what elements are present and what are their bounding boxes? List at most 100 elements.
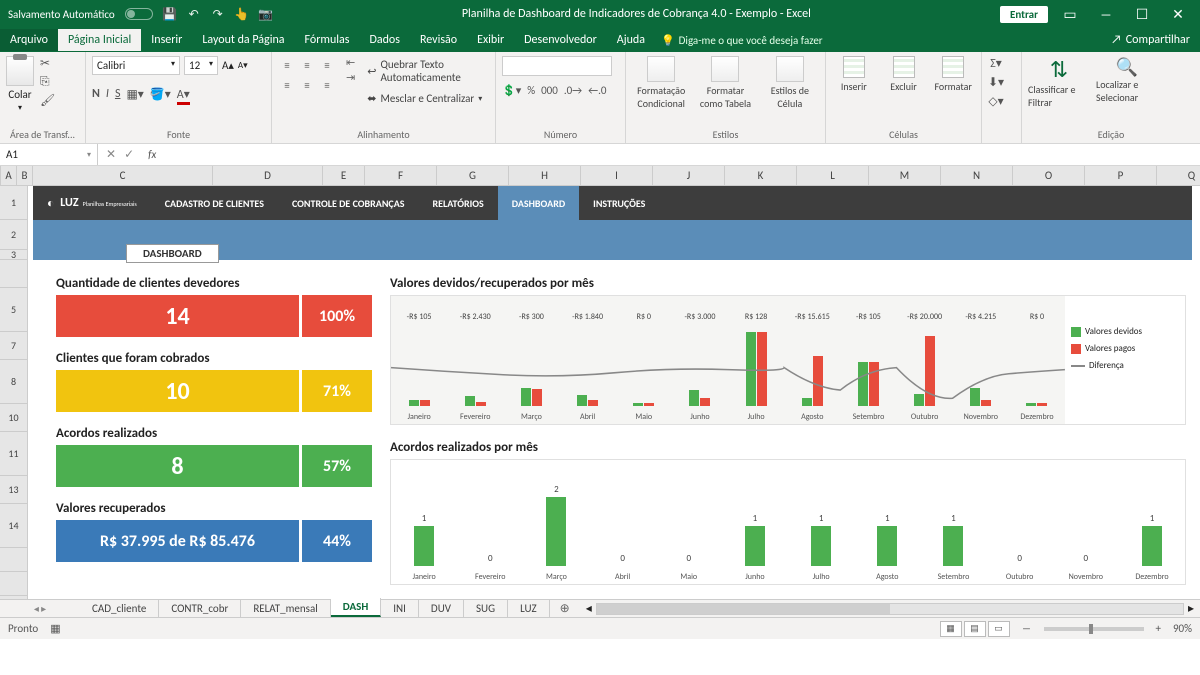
nav-controle[interactable]: CONTROLE DE COBRANÇAS — [278, 186, 419, 220]
sheet-tab[interactable]: DUV — [419, 600, 464, 617]
macro-rec-icon[interactable]: ▦ — [50, 622, 60, 635]
view-break-icon[interactable]: ▭ — [988, 621, 1010, 637]
indent-inc-icon[interactable]: ⇥ — [346, 71, 355, 84]
decrease-decimal-icon[interactable]: ←.0 — [588, 84, 606, 97]
format-cells-button[interactable]: Formatar — [931, 56, 975, 93]
zoom-slider[interactable] — [1044, 627, 1144, 631]
copy-icon[interactable]: ⎘ — [40, 75, 55, 89]
col-header[interactable]: I — [581, 166, 653, 185]
ribbon-options-icon[interactable]: ▭ — [1056, 6, 1084, 23]
touch-icon[interactable]: 👆 — [235, 7, 249, 21]
insert-cells-button[interactable]: Inserir — [832, 56, 876, 93]
row-header[interactable]: 8 — [0, 360, 27, 404]
underline-button[interactable]: S — [115, 87, 121, 105]
sheet-canvas[interactable]: ◐LUZPlanilhas Empresariais CADASTRO DE C… — [28, 186, 1200, 599]
signin-button[interactable]: Entrar — [1000, 6, 1048, 23]
row-header[interactable] — [0, 260, 27, 288]
zoom-in-icon[interactable]: + — [1156, 622, 1161, 635]
row-header[interactable]: 1 — [0, 186, 27, 220]
menu-review[interactable]: Revisão — [410, 29, 467, 51]
nav-cadastro[interactable]: CADASTRO DE CLIENTES — [151, 186, 278, 220]
percent-icon[interactable]: % — [527, 84, 535, 97]
col-header[interactable]: D — [213, 166, 323, 185]
nav-instrucoes[interactable]: INSTRUÇÕES — [579, 186, 659, 220]
row-header[interactable]: 7 — [0, 332, 27, 360]
increase-font-icon[interactable]: A▴ — [222, 59, 234, 72]
dashboard-tab[interactable]: DASHBOARD — [126, 244, 219, 263]
autosum-icon[interactable]: Σ▾ — [990, 56, 1002, 71]
zoom-out-icon[interactable]: ― — [1022, 622, 1032, 635]
col-header[interactable]: H — [509, 166, 581, 185]
save-icon[interactable]: 💾 — [163, 7, 177, 21]
col-header[interactable]: C — [33, 166, 213, 185]
view-layout-icon[interactable]: ▤ — [964, 621, 986, 637]
paste-button[interactable]: Colar▾ — [6, 56, 34, 113]
tab-scroll-buttons[interactable]: ◂ ▸ — [0, 602, 80, 615]
increase-decimal-icon[interactable]: .0→ — [564, 84, 582, 97]
col-header[interactable]: G — [437, 166, 509, 185]
name-box[interactable]: A1▾ — [0, 144, 98, 165]
col-header[interactable]: M — [869, 166, 941, 185]
sheet-tab[interactable]: CONTR_cobr — [159, 600, 241, 617]
fill-color-icon[interactable]: 🪣▾ — [150, 87, 171, 105]
number-format-select[interactable] — [502, 56, 612, 76]
sheet-tab[interactable]: DASH — [331, 598, 381, 617]
minimize-icon[interactable]: ― — [1092, 6, 1120, 23]
menu-developer[interactable]: Desenvolvedor — [514, 29, 607, 51]
col-header[interactable]: N — [941, 166, 1013, 185]
col-header[interactable]: J — [653, 166, 725, 185]
zoom-level[interactable]: 90% — [1173, 622, 1192, 635]
sheet-tab[interactable]: RELAT_mensal — [241, 600, 330, 617]
nav-relatorios[interactable]: RELATÓRIOS — [419, 186, 498, 220]
sheet-tab[interactable]: INI — [381, 600, 419, 617]
col-header[interactable]: L — [797, 166, 869, 185]
row-header[interactable]: 10 — [0, 404, 27, 432]
close-icon[interactable]: ✕ — [1164, 6, 1192, 23]
sheet-tab[interactable]: LUZ — [508, 600, 550, 617]
horizontal-scrollbar[interactable]: ◂▸ — [580, 601, 1200, 616]
menu-help[interactable]: Ajuda — [607, 29, 655, 51]
menu-view[interactable]: Exibir — [467, 29, 514, 51]
share-button[interactable]: ↗Compartilhar — [1101, 29, 1200, 51]
enter-formula-icon[interactable]: ✓ — [124, 147, 134, 162]
col-header[interactable]: Q — [1157, 166, 1200, 185]
currency-icon[interactable]: 💲▾ — [502, 84, 521, 97]
comma-icon[interactable]: 000 — [541, 84, 558, 97]
row-header[interactable]: 2 — [0, 220, 27, 250]
font-color-icon[interactable]: A▾ — [177, 87, 190, 105]
cut-icon[interactable]: ✂ — [40, 56, 55, 71]
fill-icon[interactable]: ⬇▾ — [988, 75, 1004, 90]
row-header[interactable]: 5 — [0, 288, 27, 332]
autosave-toggle[interactable] — [125, 8, 153, 20]
format-painter-icon[interactable]: 🖌 — [40, 93, 55, 108]
decrease-font-icon[interactable]: A▾ — [238, 60, 248, 71]
col-header[interactable]: O — [1013, 166, 1085, 185]
tellme-search[interactable]: 💡Diga-me o que você deseja fazer — [661, 34, 823, 47]
row-header[interactable]: 13 — [0, 476, 27, 504]
delete-cells-button[interactable]: Excluir — [882, 56, 926, 93]
border-icon[interactable]: ▦▾ — [126, 87, 143, 105]
camera-icon[interactable]: 📷 — [259, 7, 273, 21]
col-header[interactable]: K — [725, 166, 797, 185]
bold-button[interactable]: N — [92, 87, 100, 105]
view-normal-icon[interactable]: ▦ — [940, 621, 962, 637]
menu-home[interactable]: Página Inicial — [58, 29, 141, 51]
col-header[interactable]: P — [1085, 166, 1157, 185]
row-header[interactable]: 14 — [0, 504, 27, 548]
conditional-format-button[interactable]: Formatação Condicional — [632, 56, 690, 110]
italic-button[interactable]: I — [106, 87, 109, 105]
menu-layout[interactable]: Layout da Página — [192, 29, 294, 51]
col-header[interactable]: F — [365, 166, 437, 185]
sheet-tab[interactable]: SUG — [464, 600, 508, 617]
font-size-select[interactable]: 12▾ — [184, 56, 218, 75]
row-header[interactable] — [0, 572, 27, 596]
sheet-tab[interactable]: CAD_cliente — [80, 600, 159, 617]
col-header[interactable]: E — [323, 166, 365, 185]
add-sheet-button[interactable]: ⊕ — [550, 599, 580, 618]
cell-styles-button[interactable]: Estilos de Célula — [761, 56, 819, 110]
undo-icon[interactable]: ↶ — [187, 7, 201, 21]
menu-file[interactable]: Arquivo — [0, 29, 58, 51]
format-table-button[interactable]: Formatar como Tabela — [696, 56, 754, 110]
col-header[interactable]: A — [1, 166, 17, 185]
menu-insert[interactable]: Inserir — [141, 29, 192, 51]
